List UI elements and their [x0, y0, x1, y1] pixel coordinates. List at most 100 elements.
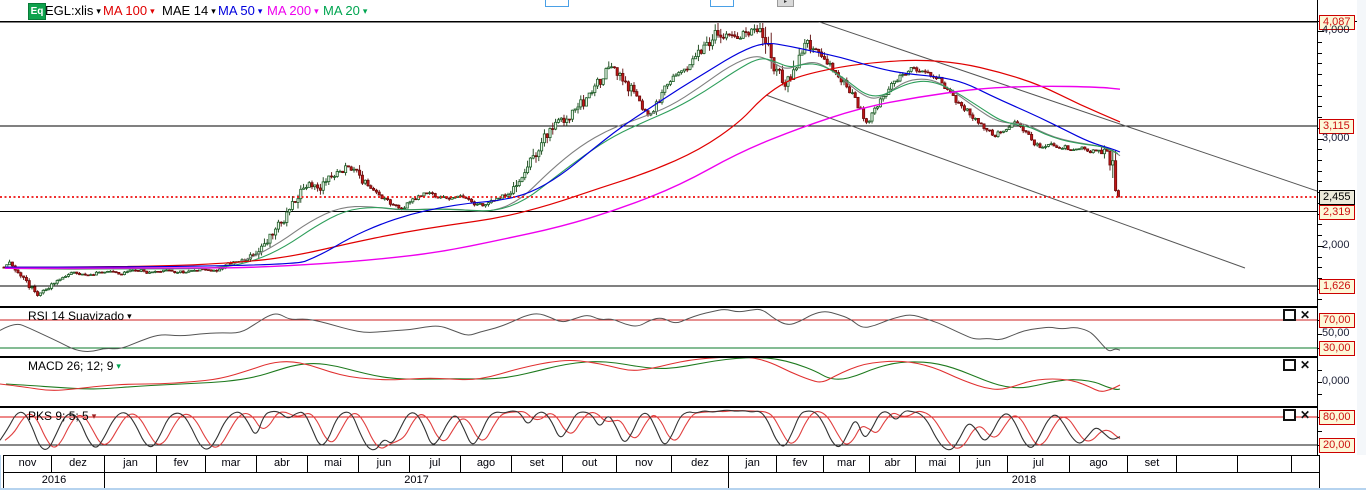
- level-label: 2,319: [1319, 205, 1355, 220]
- month-cell-jan: jan: [105, 456, 157, 472]
- month-cell-jun: jun: [359, 456, 410, 472]
- axis-tick-label: 4,000: [1322, 24, 1350, 37]
- pks-title: PKS 9; 5; 5: [28, 409, 89, 423]
- charting-app-window: { "toolbar": { "symbol_badge": "Eq", "sy…: [0, 0, 1366, 490]
- legend-item-ma-50[interactable]: MA 50▾: [218, 3, 262, 19]
- indicator-label: MA 100: [103, 3, 147, 18]
- month-cell-ago: ago: [461, 456, 512, 472]
- rsi-indicator-selector[interactable]: RSI 14 Suavizado▾: [28, 309, 132, 323]
- month-cell-dez: dez: [672, 456, 729, 472]
- close-icon[interactable]: ✕: [1300, 410, 1310, 420]
- level-label: 1,626: [1319, 279, 1355, 294]
- axis-tick: [1318, 53, 1322, 54]
- month-cell-jul: jul: [410, 456, 461, 472]
- axis-tick: [1318, 149, 1322, 150]
- macd-title: MACD 26; 12; 9: [28, 359, 113, 373]
- chevron-down-icon: ▾: [96, 6, 101, 16]
- symbol-label: EGL:xlis: [45, 3, 93, 18]
- maximize-icon[interactable]: [1283, 409, 1296, 421]
- month-cell-empty: [1238, 456, 1292, 472]
- month-cell-mai: mai: [916, 456, 960, 472]
- indicator-label: MA 50: [218, 3, 255, 18]
- macd-indicator-selector[interactable]: MACD 26; 12; 9▾: [28, 359, 121, 373]
- axis-tick: [1318, 160, 1322, 161]
- month-cell-mar: mar: [206, 456, 257, 472]
- axis-tick: [1318, 394, 1322, 395]
- axis-tick: [1318, 85, 1322, 86]
- level-label: 20,00: [1319, 438, 1355, 453]
- axis-tick-label: 3,000: [1322, 132, 1350, 145]
- toolbar-field-partial[interactable]: [545, 0, 569, 7]
- month-cell-nov: nov: [617, 456, 672, 472]
- month-cell-dez: dez: [52, 456, 105, 472]
- close-icon[interactable]: ✕: [1300, 360, 1310, 370]
- month-cell-fev: fev: [157, 456, 206, 472]
- axis-tick: [1318, 257, 1322, 258]
- chevron-down-icon: ▾: [211, 6, 216, 16]
- axis-tick: [1318, 106, 1322, 107]
- pks-panel-buttons: ✕: [1283, 409, 1313, 420]
- chevron-down-icon: ▾: [258, 6, 263, 16]
- level-label: 70,00: [1319, 313, 1355, 328]
- close-icon[interactable]: ✕: [1300, 310, 1310, 320]
- chevron-down-icon: ▾: [314, 6, 319, 16]
- main-price-chart[interactable]: [0, 22, 1317, 306]
- axis-tick: [1318, 117, 1322, 118]
- month-cell-empty: [1177, 456, 1238, 472]
- axis-tick-label: 0,000: [1322, 375, 1350, 388]
- toolbar: Eq EGL:xlis▾ MA 100▾MAE 14▾MA 50▾MA 200▾…: [0, 0, 1366, 22]
- month-cell-mar: mar: [824, 456, 870, 472]
- window-left-edge: [0, 455, 1, 488]
- toolbar-button-partial[interactable]: ▸: [777, 0, 794, 7]
- axis-tick: [1318, 171, 1322, 172]
- level-label: 30,00: [1319, 341, 1355, 356]
- month-cell-abr: abr: [257, 456, 308, 472]
- macd-panel-chart[interactable]: [0, 358, 1317, 406]
- month-cell-empty: [1292, 456, 1320, 472]
- price-axis-line: [1317, 0, 1318, 455]
- symbol-selector[interactable]: EGL:xlis▾: [45, 3, 101, 19]
- month-cell-mai: mai: [308, 456, 359, 472]
- axis-tick: [1318, 181, 1322, 182]
- axis-tick: [1318, 96, 1322, 97]
- axis-tick: [1318, 74, 1322, 75]
- maximize-icon[interactable]: [1283, 359, 1296, 371]
- axis-tick: [1318, 299, 1322, 300]
- month-cell-fev: fev: [777, 456, 824, 472]
- chevron-down-icon: ▾: [363, 6, 368, 16]
- month-cell-jan: jan: [729, 456, 777, 472]
- legend-item-mae-14[interactable]: MAE 14▾: [162, 3, 216, 19]
- month-cell-set: set: [512, 456, 563, 472]
- month-cell-jun: jun: [960, 456, 1008, 472]
- chevron-down-icon: ▾: [116, 361, 121, 371]
- axis-tick-label: 50,00: [1322, 327, 1350, 340]
- legend-item-ma-100[interactable]: MA 100▾: [103, 3, 155, 19]
- axis-tick: [1318, 42, 1322, 43]
- axis-tick: [1318, 235, 1322, 236]
- legend-item-ma-200[interactable]: MA 200▾: [267, 3, 319, 19]
- level-label: 80,00: [1319, 410, 1355, 425]
- rsi-panel-chart[interactable]: [0, 308, 1317, 356]
- panel-separator: [0, 406, 1318, 408]
- toolbar-field-partial[interactable]: [710, 0, 734, 7]
- chevron-down-icon: ▾: [92, 411, 97, 421]
- last-price-label: 2,455: [1319, 190, 1355, 205]
- rsi-panel-buttons: ✕: [1283, 309, 1313, 320]
- indicator-label: MAE 14: [162, 3, 208, 18]
- rsi-title: RSI 14 Suavizado: [28, 309, 124, 323]
- axis-tick-label: 2,000: [1322, 239, 1350, 252]
- macd-panel-buttons: ✕: [1283, 359, 1313, 370]
- axis-tick: [1318, 267, 1322, 268]
- pks-indicator-selector[interactable]: PKS 9; 5; 5▾: [28, 409, 96, 423]
- month-cell-ago: ago: [1070, 456, 1128, 472]
- year-cell-2017: 2017: [105, 473, 729, 488]
- maximize-icon[interactable]: [1283, 309, 1296, 321]
- indicator-label: MA 200: [267, 3, 311, 18]
- month-cell-abr: abr: [870, 456, 916, 472]
- year-cell-2018: 2018: [729, 473, 1320, 488]
- right-gutter: [1357, 0, 1366, 455]
- pks-panel-chart[interactable]: [0, 408, 1317, 455]
- axis-tick: [1318, 370, 1322, 371]
- legend-item-ma-20[interactable]: MA 20▾: [323, 3, 367, 19]
- axis-tick: [1318, 63, 1322, 64]
